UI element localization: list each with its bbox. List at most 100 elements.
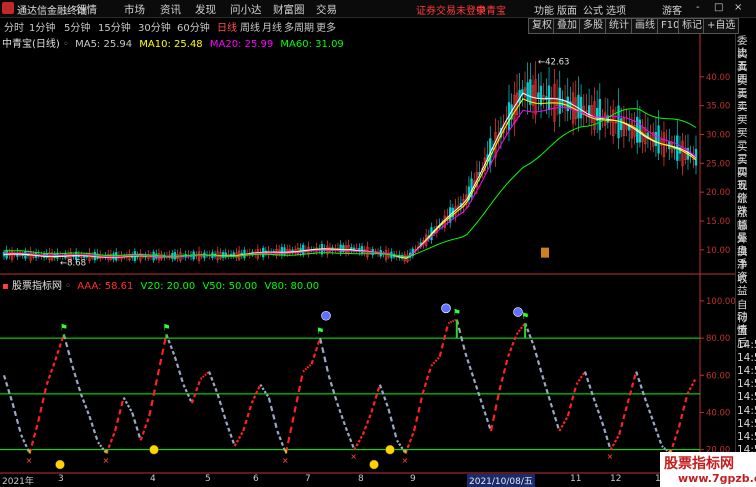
aaa-segment [193,393,197,398]
menu-item-banmian[interactable]: 版面 [557,2,577,17]
aaa-segment [214,387,218,393]
buy-signal-icon: ✕ [350,453,357,462]
aaa-segment [13,410,18,417]
aaa-segment [218,400,223,406]
menu-item-shichang[interactable]: 市场 [124,2,145,17]
period-more[interactable]: 更多 [316,19,336,34]
period-30min[interactable]: 30分钟 [138,19,171,34]
period-5min[interactable]: 5分钟 [64,19,90,34]
aaa-segment [605,435,609,441]
aaa-segment [474,385,479,390]
aaa-segment [246,412,250,418]
aaa-segment [111,432,116,438]
aaa-segment [609,446,613,451]
aaa-segment [327,374,331,380]
aaa-segment [663,446,666,450]
mark-button[interactable]: 标记 [678,18,706,34]
aaa-segment [436,356,440,360]
aaa-segment [658,439,663,444]
v20-label: V20: 20.00 [140,281,196,292]
aaa-segment [156,368,161,376]
menu-item-gongneng[interactable]: 功能 [534,2,554,17]
date-tick: 6 [253,474,259,484]
menu-item-xuanxiang[interactable]: 选项 [606,2,626,17]
fuquan-button[interactable]: 复权 [528,18,556,34]
indicator-legend: ▪ 股票指标网 ◦ AAA: 58.61 V20: 20.00 V50: 50.… [2,281,320,292]
aaa-segment [216,393,220,399]
period-weekly[interactable]: 周线 [240,19,260,34]
aaa-segment [131,412,135,417]
aaa-segment [357,439,361,443]
menu-item-hangqing[interactable]: 行情 [76,2,97,17]
kline-chart[interactable]: ✕⚑✕⚑✕⚑✕✕⚑⚑✕✕ 10.0015.0020.0025.0030.0035… [0,34,735,474]
aaa-segment [43,388,47,395]
aaa-segment [79,393,84,398]
period-15min[interactable]: 15分钟 [98,19,131,34]
aaa-segment [344,426,349,432]
aaa-segment [440,343,445,349]
aaa-segment [323,356,327,363]
aaa-segment [152,389,156,396]
menu-item-faxian[interactable]: 发现 [195,2,216,17]
period-multi[interactable]: 多周期 [284,19,314,34]
aaa-segment [592,397,596,402]
aaa-segment [160,348,165,356]
aaa-segment [267,397,272,403]
aaa-segment [84,404,88,409]
aaa-segment [47,374,52,379]
aaa-segment [49,368,54,373]
period-daily[interactable]: 日线 [217,19,237,34]
period-monthly[interactable]: 月线 [262,19,282,34]
period-1min[interactable]: 1分钟 [29,19,55,34]
event-marker-icon [541,247,549,258]
minimize-button[interactable]: - [696,2,700,13]
aaa-segment [413,425,417,432]
menu-item-caifuquan[interactable]: 财富圈 [273,2,305,17]
aaa-segment [282,447,287,452]
draw-line-button[interactable]: 画线 [631,18,659,34]
aaa-segment [188,398,193,402]
menu-item-jiaoyi[interactable]: 交易 [316,2,337,17]
aaa-segment [472,378,477,384]
period-fenshi[interactable]: 分时 [4,19,24,34]
side-item: 14:5 [737,391,756,404]
aaa-segment [58,343,62,348]
aaa-segment [263,390,267,394]
candle-body [620,118,623,130]
aaa-segment [210,376,214,381]
multi-stock-button[interactable]: 多股 [579,18,607,34]
smiley-icon [149,444,159,455]
aaa-segment [265,393,269,397]
maximize-button[interactable]: □ [714,2,723,13]
aaa-segment [291,416,295,423]
period-60min[interactable]: 60分钟 [177,19,210,34]
stats-button[interactable]: 统计 [605,18,633,34]
aaa-segment [69,357,73,364]
add-favorite-button[interactable]: +自选 [703,18,740,34]
candle-body [537,92,540,99]
menu-item-wenxiaoda[interactable]: 问小达 [230,2,262,17]
overlay-button[interactable]: 叠加 [553,18,581,34]
aaa-segment [628,390,633,396]
menu-item-zixun[interactable]: 资讯 [160,2,181,17]
aaa-segment [178,370,182,376]
aaa-segment [481,404,485,410]
close-button[interactable]: × [734,2,742,13]
aaa-segment [186,393,190,398]
aaa-segment [613,439,618,443]
menu-item-gongshi[interactable]: 公式 [583,2,603,17]
aaa-segment [60,336,64,342]
aaa-segment [302,369,306,373]
aaa-segment [280,441,284,446]
aaa-segment [9,395,13,401]
aaa-segment [120,400,124,407]
aaa-segment [297,385,302,393]
aaa-segment [274,422,278,429]
aaa-segment [67,349,71,356]
aaa-segment [620,421,624,428]
price-tick-label: 35.00 [706,102,730,112]
guest-label[interactable]: 游客 [662,2,682,17]
buy-signal-icon: ✕ [103,456,110,465]
aaa-segment [5,381,9,387]
candle-body [360,246,364,255]
